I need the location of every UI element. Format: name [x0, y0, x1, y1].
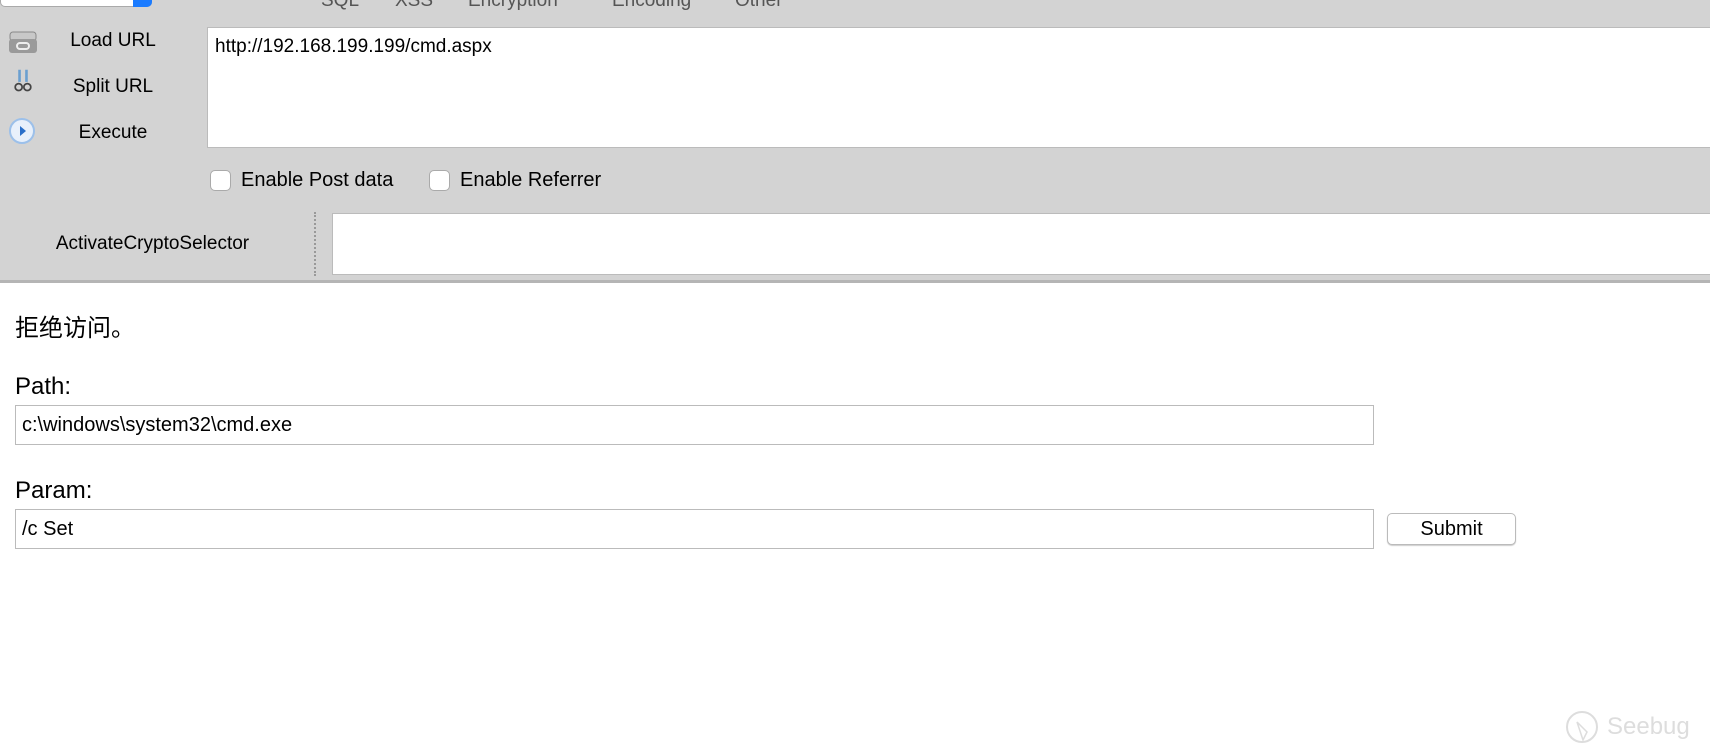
load-url-button[interactable]: Load URL: [38, 30, 188, 52]
mode-dropdown[interactable]: [0, 0, 152, 7]
post-data-label[interactable]: Enable Post data: [241, 169, 393, 192]
path-label: Path:: [15, 373, 72, 400]
scissors-icon[interactable]: [8, 68, 38, 94]
activate-crypto-selector-button[interactable]: ActivateCryptoSelector: [20, 233, 285, 255]
menu-sql[interactable]: SQL: [321, 0, 359, 12]
seebug-watermark: Seebug: [1565, 708, 1690, 748]
dropdown-arrow-button[interactable]: [133, 0, 152, 7]
referrer-checkbox[interactable]: [429, 170, 450, 191]
hackbar-toolbar: SQL XSS Encryption Encoding Other Load U…: [0, 0, 1710, 283]
execute-button[interactable]: Execute: [38, 122, 188, 144]
referrer-label[interactable]: Enable Referrer: [460, 169, 601, 192]
menu-encryption[interactable]: Encryption: [468, 0, 558, 12]
divider: [314, 212, 316, 276]
load-url-icon[interactable]: [8, 29, 38, 55]
crypto-input[interactable]: [332, 213, 1710, 275]
path-input[interactable]: c:\windows\system32\cmd.exe: [15, 405, 1374, 445]
param-input[interactable]: /c Set: [15, 509, 1374, 549]
submit-button[interactable]: Submit: [1387, 513, 1516, 545]
play-icon[interactable]: [8, 118, 38, 144]
menu-encoding[interactable]: Encoding: [612, 0, 691, 12]
split-url-button[interactable]: Split URL: [38, 76, 188, 98]
watermark-text: Seebug: [1607, 713, 1690, 740]
url-textarea[interactable]: http://192.168.199.199/cmd.aspx: [207, 27, 1710, 148]
seebug-logo-icon: [1566, 711, 1598, 743]
post-data-checkbox[interactable]: [210, 170, 231, 191]
menu-other[interactable]: Other: [735, 0, 783, 12]
menu-xss[interactable]: XSS: [395, 0, 433, 12]
access-denied-message: 拒绝访问。: [15, 315, 135, 342]
param-label: Param:: [15, 477, 93, 504]
